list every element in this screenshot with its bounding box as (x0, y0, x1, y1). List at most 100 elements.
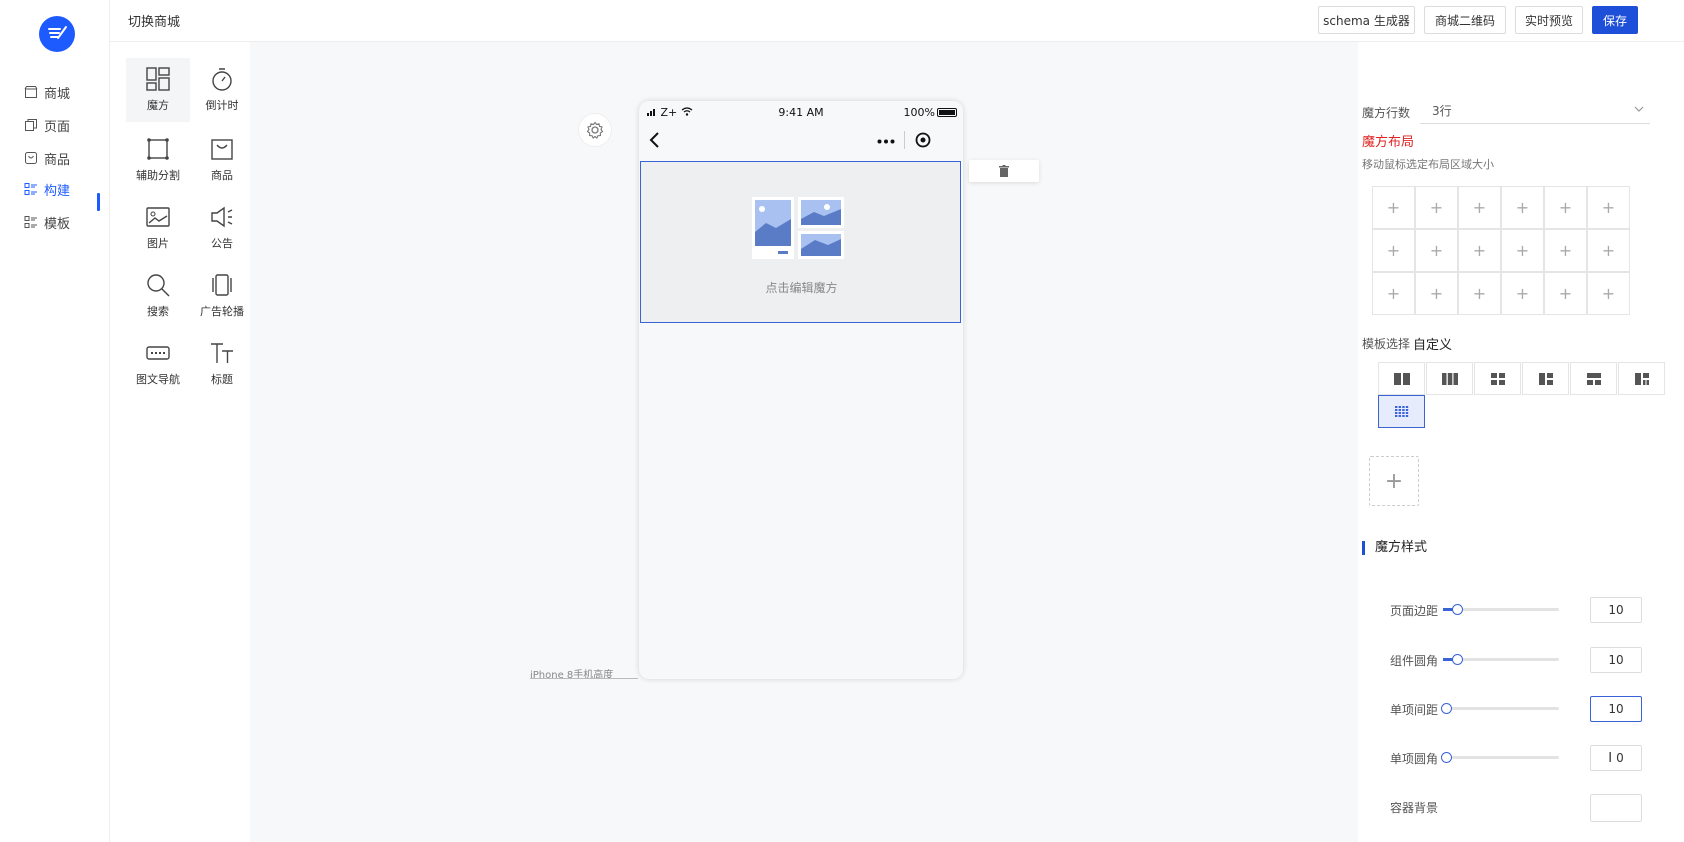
one-left-three-right-icon (1634, 372, 1649, 385)
megaphone-icon (211, 206, 233, 228)
layout-hint: 移动鼠标选定布局区域大小 (1362, 158, 1494, 171)
live-preview-button[interactable]: 实时预览 (1515, 6, 1583, 34)
component-notice[interactable]: 公告 (190, 196, 254, 260)
item-radius-slider[interactable] (1441, 752, 1559, 763)
bg-color-picker[interactable] (1590, 794, 1642, 822)
plus-icon: + (1384, 468, 1404, 494)
layout-grid-cell[interactable]: + (1458, 186, 1501, 229)
layout-label: 魔方布局 (1362, 135, 1415, 150)
component-search[interactable]: 搜索 (126, 264, 190, 328)
setting-label: 页面边距 (1390, 604, 1439, 618)
build-icon (24, 183, 37, 195)
carousel-icon (212, 274, 232, 296)
schema-generator-button[interactable]: schema 生成器 (1318, 6, 1415, 34)
more-dots-icon[interactable] (877, 139, 895, 144)
battery-icon (937, 108, 957, 117)
layout-grid-cell[interactable]: + (1501, 186, 1544, 229)
bg-label: 容器背景 (1390, 801, 1439, 815)
setting-label: 组件圆角 (1390, 654, 1439, 668)
template-icon (24, 216, 37, 228)
item-spacing-input[interactable]: 10 (1590, 696, 1642, 722)
shop-qrcode-button[interactable]: 商城二维码 (1424, 6, 1506, 34)
add-image-button[interactable]: + (1369, 456, 1419, 506)
setting-label: 单项间距 (1390, 703, 1439, 717)
template-two-columns[interactable] (1378, 362, 1425, 395)
nav-item-label: 页面 (44, 119, 71, 135)
rows-label: 魔方行数 (1362, 106, 1411, 120)
component-title[interactable]: 标题 (190, 332, 254, 396)
template-four-grid[interactable] (1474, 362, 1521, 395)
slider-knob[interactable] (1441, 703, 1452, 714)
layout-grid-cell[interactable]: + (1415, 186, 1458, 229)
four-grid-icon (1490, 372, 1505, 385)
component-goods[interactable]: 商品 (190, 128, 254, 192)
phone-preview: Z+ 9:41 AM 100% 点击编辑魔方 (639, 101, 963, 679)
layout-grid-cell[interactable]: + (1372, 229, 1415, 272)
magic-cube-hint: 点击编辑魔方 (765, 281, 838, 295)
rows-select[interactable]: 3行 (1420, 96, 1650, 124)
app-root: 商城 页面 商品 构建 模板 切换商城 schema 生成器 商城二维码 实时预… (0, 0, 1684, 842)
item-spacing-slider[interactable] (1441, 703, 1559, 714)
component-image[interactable]: 图片 (126, 196, 190, 260)
template-one-top-two-bottom[interactable] (1570, 362, 1617, 395)
component-banner-carousel[interactable]: 广告轮播 (190, 264, 254, 328)
template-one-left-three-right[interactable] (1618, 362, 1665, 395)
template-one-left-two-right[interactable] (1522, 362, 1569, 395)
nav-item-label: 构建 (44, 183, 71, 199)
layout-grid-cell[interactable]: + (1544, 229, 1587, 272)
template-custom[interactable] (1378, 395, 1425, 428)
component-magic-cube[interactable]: 魔方 (126, 58, 190, 122)
page-margin-slider[interactable] (1443, 604, 1559, 615)
nav-item-template[interactable]: 模板 (24, 211, 70, 233)
nav-item-goods[interactable]: 商品 (24, 147, 70, 169)
layout-grid-cell[interactable]: + (1501, 229, 1544, 272)
magic-cube-placeholder-icon (752, 197, 844, 259)
layout-grid-cell[interactable]: + (1544, 272, 1587, 315)
component-label: 倒计时 (205, 99, 239, 112)
slider-knob[interactable] (1452, 654, 1463, 665)
layout-grid-cell[interactable]: + (1415, 272, 1458, 315)
switch-shop-link[interactable]: 切换商城 (128, 11, 180, 30)
slider-knob[interactable] (1452, 604, 1463, 615)
nav-item-build[interactable]: 构建 (24, 178, 70, 200)
layout-grid-cell[interactable]: + (1458, 272, 1501, 315)
component-countdown[interactable]: 倒计时 (190, 58, 254, 122)
goods-icon (25, 152, 37, 164)
page-settings-button[interactable] (578, 113, 612, 147)
capsule-close-icon[interactable] (915, 132, 931, 148)
component-radius-input[interactable]: 10 (1590, 647, 1642, 673)
component-image-text-nav[interactable]: 图文导航 (126, 332, 190, 396)
layout-grid-cell[interactable]: + (1372, 186, 1415, 229)
left-nav: 商城 页面 商品 构建 模板 (0, 0, 110, 842)
component-radius-slider[interactable] (1443, 654, 1559, 665)
back-arrow-icon[interactable] (649, 131, 661, 149)
trash-icon (999, 165, 1009, 177)
nav-item-store[interactable]: 商城 (24, 81, 70, 103)
layout-grid-cell[interactable]: + (1587, 229, 1630, 272)
save-button[interactable]: 保存 (1592, 6, 1638, 34)
delete-component-button[interactable] (969, 160, 1039, 182)
magic-cube-icon (146, 67, 170, 91)
component-divider[interactable]: 辅助分割 (126, 128, 190, 192)
layout-grid-cell[interactable]: + (1372, 272, 1415, 315)
component-palette: 魔方 倒计时 辅助分割 商品 图片 公告 搜索 广告轮播 图文导航 标题 (110, 42, 250, 842)
nav-item-page[interactable]: 页面 (24, 114, 70, 136)
layout-grid-cell[interactable]: + (1587, 272, 1630, 315)
page-margin-input[interactable]: 10 (1590, 597, 1642, 623)
slider-knob[interactable] (1441, 752, 1452, 763)
layout-grid-cell[interactable]: + (1587, 186, 1630, 229)
layout-grid-cell[interactable]: + (1544, 186, 1587, 229)
layout-grid-cell[interactable]: + (1415, 229, 1458, 272)
rows-select-value: 3行 (1432, 104, 1452, 118)
text-cursor-icon: I (1608, 750, 1613, 766)
item-radius-value: 0 (1616, 751, 1624, 765)
three-columns-icon (1441, 372, 1458, 385)
template-three-columns[interactable] (1426, 362, 1473, 395)
component-label: 标题 (211, 373, 233, 386)
layout-grid-cell[interactable]: + (1501, 272, 1544, 315)
component-label: 魔方 (147, 99, 169, 112)
app-logo[interactable] (39, 16, 75, 52)
item-radius-input[interactable]: I 0 (1590, 745, 1642, 771)
magic-cube-block[interactable]: 点击编辑魔方 (640, 161, 961, 323)
layout-grid-cell[interactable]: + (1458, 229, 1501, 272)
